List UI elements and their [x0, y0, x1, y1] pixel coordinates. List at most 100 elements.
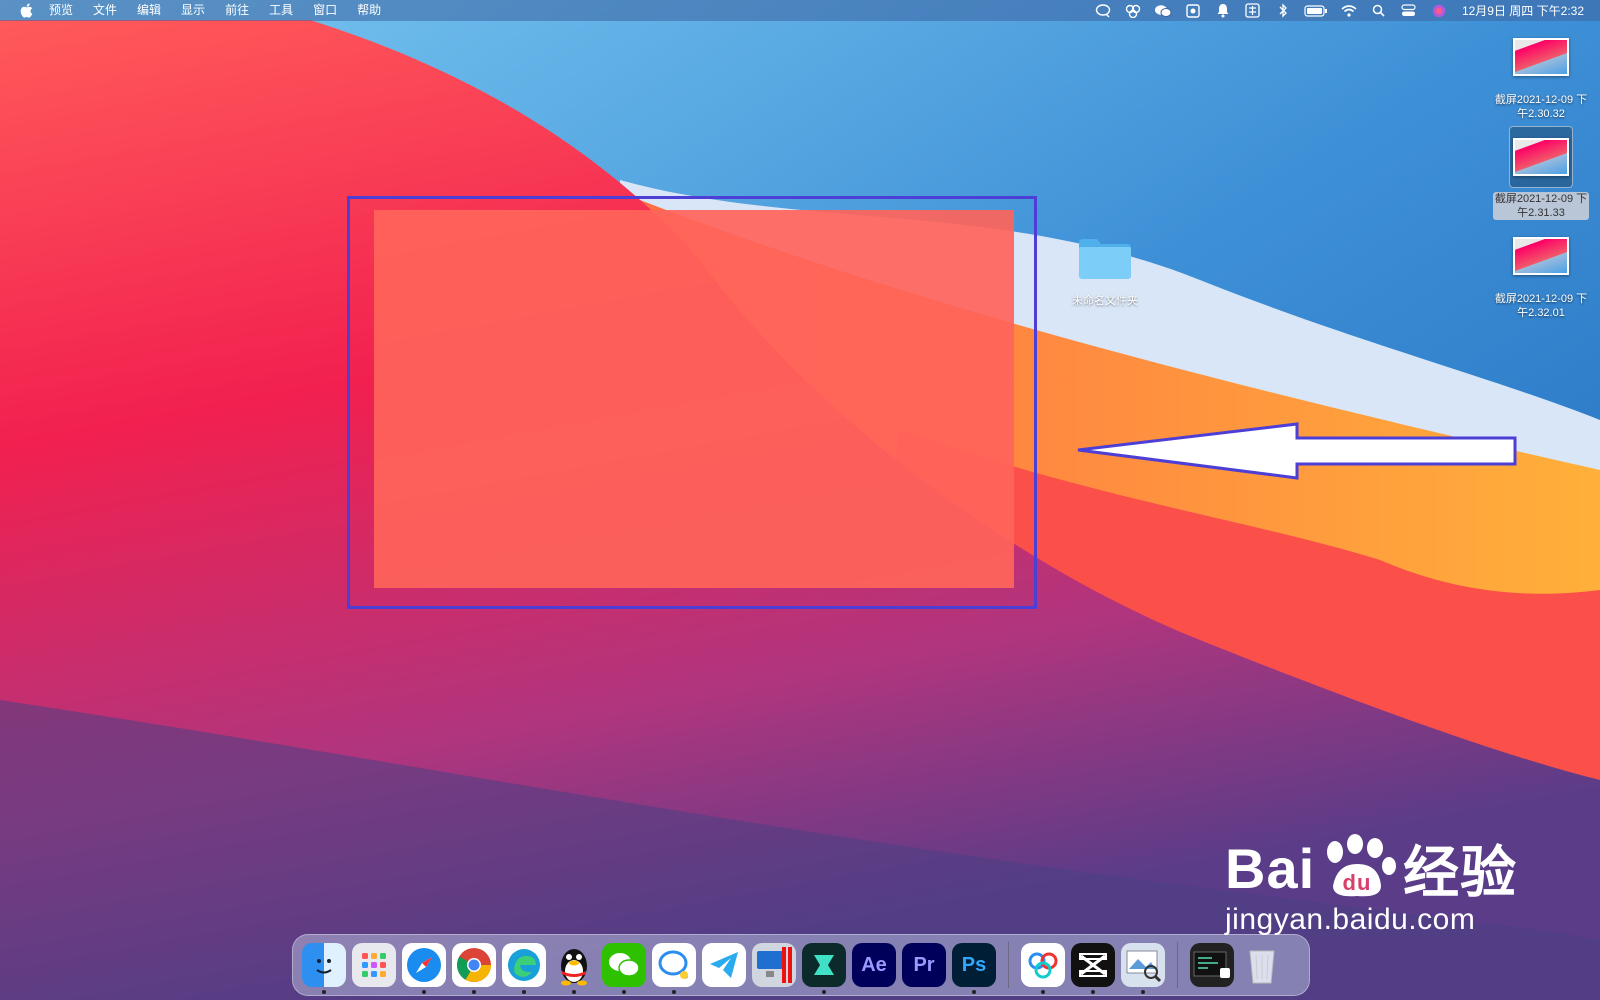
safari-icon — [407, 948, 441, 982]
premiere-icon: Pr — [913, 953, 935, 976]
running-indicator — [672, 990, 676, 994]
desktop-file-screenshot-1[interactable]: 截屏2021-12-09 下午2.30.32 — [1486, 27, 1596, 122]
baidu-jingyan-watermark: Bai du 经验 jingyan.baidu.com — [1225, 828, 1517, 937]
running-indicator — [622, 990, 626, 994]
highlight-rectangle — [347, 196, 1037, 609]
filmora-icon — [814, 955, 834, 975]
recent-window-icon — [1193, 951, 1230, 978]
watermark-brand-left: Bai — [1225, 837, 1316, 900]
wechat-icon — [609, 953, 640, 977]
photoshop-icon: Ps — [961, 953, 987, 976]
running-indicator — [1041, 990, 1045, 994]
screenshot-thumbnail-icon — [1513, 38, 1569, 76]
dock-messages[interactable] — [652, 943, 696, 994]
running-indicator — [822, 990, 826, 994]
menu-file[interactable]: 文件 — [93, 0, 117, 21]
dock-chrome[interactable] — [452, 943, 496, 994]
messages-icon — [658, 950, 689, 979]
baidu-netdisk-icon — [1028, 952, 1058, 979]
dock-safari[interactable] — [402, 943, 446, 994]
baidu-netdisk-status-icon[interactable] — [1124, 3, 1142, 19]
file-label-line1: 截屏2021-12-09 下 — [1494, 293, 1588, 305]
menu-tools[interactable]: 工具 — [269, 0, 293, 21]
menu-preview[interactable]: 预览 — [49, 0, 73, 21]
menu-window[interactable]: 窗口 — [313, 0, 337, 21]
menu-help[interactable]: 帮助 — [357, 0, 381, 21]
menu-bar: 预览 文件 编辑 显示 前往 工具 窗口 帮助 12月9日 周四 下午2:32 — [0, 0, 1600, 21]
menu-edit[interactable]: 编辑 — [137, 0, 161, 21]
dock-after-effects[interactable]: Ae — [852, 943, 896, 987]
desktop-folder-untitled[interactable]: 未命名文件夹 — [1050, 235, 1160, 308]
dock-wechat[interactable] — [602, 943, 646, 994]
siri-icon[interactable] — [1430, 3, 1448, 19]
wifi-icon[interactable] — [1340, 3, 1358, 19]
preview-icon — [1126, 950, 1162, 983]
capcut-icon — [1079, 953, 1107, 977]
dock-separator — [1177, 942, 1178, 988]
finder-icon — [316, 959, 332, 974]
after-effects-icon: Ae — [861, 953, 887, 976]
dock-qq[interactable] — [552, 943, 596, 994]
dock-photoshop[interactable]: Ps — [952, 943, 996, 994]
file-label-line1: 截屏2021-12-09 下 — [1494, 193, 1588, 205]
launchpad-icon — [362, 953, 386, 977]
dock-separator — [1008, 942, 1009, 988]
running-indicator — [1091, 990, 1095, 994]
dock-baidu-netdisk[interactable] — [1021, 943, 1065, 994]
dock-filmora[interactable] — [802, 943, 846, 994]
parallels-icon — [757, 947, 792, 983]
chrome-icon — [457, 948, 491, 982]
dock-premiere-pro[interactable]: Pr — [902, 943, 946, 987]
file-label-line2: 午2.31.33 — [1517, 207, 1565, 219]
menu-go[interactable]: 前往 — [225, 0, 249, 21]
desktop-file-screenshot-2[interactable]: 截屏2021-12-09 下午2.31.33 — [1486, 126, 1596, 221]
file-label-line1: 截屏2021-12-09 下 — [1494, 94, 1588, 106]
dock: Ae Pr Ps — [292, 934, 1310, 996]
edge-icon — [508, 949, 540, 981]
screen-capture-icon[interactable] — [1184, 3, 1202, 19]
dock-telegram[interactable] — [702, 943, 746, 987]
running-indicator — [472, 990, 476, 994]
running-indicator — [1141, 990, 1145, 994]
left-arrow-annotation — [1077, 422, 1517, 480]
running-indicator — [522, 990, 526, 994]
bluetooth-icon[interactable] — [1274, 3, 1292, 19]
chat-bubble-icon[interactable] — [1094, 3, 1112, 19]
baidu-paw-icon: du — [1327, 833, 1397, 896]
watermark-brand: Bai du 经验 — [1225, 828, 1517, 909]
input-method-icon[interactable] — [1244, 3, 1262, 19]
control-center-icon[interactable] — [1400, 3, 1418, 19]
battery-icon — [1304, 3, 1328, 19]
screenshot-thumbnail-icon — [1513, 138, 1569, 176]
dock-recent-window[interactable] — [1190, 943, 1234, 987]
dock-trash[interactable] — [1240, 943, 1284, 987]
menu-clock[interactable]: 12月9日 周四 下午2:32 — [1462, 2, 1584, 19]
screenshot-thumbnail-icon — [1513, 237, 1569, 275]
status-area: 12月9日 周四 下午2:32 — [1088, 0, 1600, 21]
notification-bell-icon[interactable] — [1214, 3, 1232, 19]
svg-text:du: du — [1343, 870, 1372, 895]
running-indicator — [972, 990, 976, 994]
desktop-file-screenshot-3[interactable]: 截屏2021-12-09 下午2.32.01 — [1486, 226, 1596, 321]
telegram-icon — [710, 952, 738, 978]
spotlight-search-icon[interactable] — [1370, 3, 1388, 19]
folder-label: 未命名文件夹 — [1072, 295, 1138, 307]
watermark-url: jingyan.baidu.com — [1225, 903, 1476, 936]
dock-finder[interactable] — [302, 943, 346, 994]
file-label-line2: 午2.30.32 — [1517, 108, 1565, 120]
watermark-brand-right: 经验 — [1403, 841, 1518, 904]
wechat-status-icon[interactable] — [1154, 3, 1172, 19]
running-indicator — [422, 990, 426, 994]
running-indicator — [322, 990, 326, 994]
dock-parallels[interactable] — [752, 943, 796, 987]
apple-icon[interactable] — [17, 2, 35, 20]
dock-edge[interactable] — [502, 943, 546, 994]
dock-preview[interactable] — [1121, 943, 1165, 994]
running-indicator — [572, 990, 576, 994]
folder-icon — [1079, 239, 1131, 279]
trash-icon — [1249, 950, 1275, 984]
menu-view[interactable]: 显示 — [181, 0, 205, 21]
dock-capcut[interactable] — [1071, 943, 1115, 994]
dock-launchpad[interactable] — [352, 943, 396, 987]
qq-icon — [561, 949, 587, 986]
